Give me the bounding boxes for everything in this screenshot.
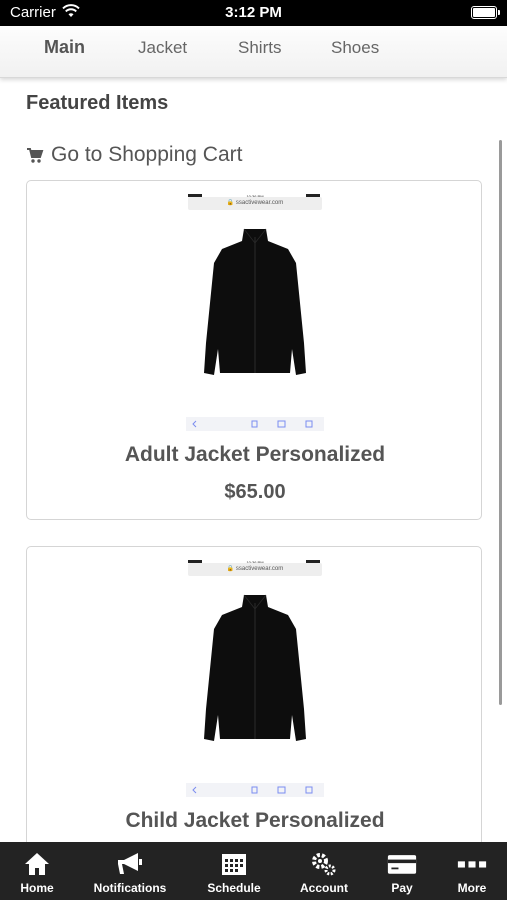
mini-status-bar: 10:36 PM	[186, 553, 324, 565]
product-price: $65.00	[224, 481, 286, 503]
home-icon	[22, 850, 52, 878]
mini-url-bar: 🔒 ssactivewear.com	[188, 563, 322, 576]
mini-lock-icon: 🔒	[226, 566, 235, 572]
mini-url-bar: 🔒 ssactivewear.com	[188, 197, 322, 210]
credit-card-icon	[387, 850, 417, 878]
featured-title: Featured Items	[26, 92, 169, 114]
shopping-cart-icon	[26, 146, 44, 164]
product-image: 10:36 PM 🔒 ssactivewear.com	[186, 187, 324, 431]
tabbar-home[interactable]: Home	[12, 842, 62, 900]
tab-jacket[interactable]: Jacket	[138, 38, 187, 58]
mini-url: ssactivewear.com	[235, 200, 284, 206]
mini-toolbar	[186, 783, 324, 797]
battery-icon	[471, 6, 500, 19]
tabbar-label: Account	[300, 881, 348, 895]
mini-lock-icon: 🔒	[226, 200, 235, 206]
megaphone-icon	[115, 850, 145, 878]
scrollbar[interactable]	[499, 140, 502, 705]
category-tabs: Main Jacket Shirts Shoes	[0, 26, 507, 78]
mini-url: ssactivewear.com	[235, 566, 284, 572]
tab-shoes[interactable]: Shoes	[331, 38, 379, 58]
tab-main[interactable]: Main	[44, 37, 85, 58]
tabbar-label: Notifications	[93, 881, 167, 895]
jacket-image	[204, 228, 306, 375]
product-card[interactable]: 10:36 PM 🔒 ssactivewear.com	[26, 180, 482, 520]
mini-status-bar: 10:36 PM	[186, 187, 324, 199]
tabbar-label: Schedule	[207, 881, 261, 895]
tabbar-pay[interactable]: Pay	[382, 842, 422, 900]
jacket-image	[204, 594, 306, 741]
product-image: 10:36 PM 🔒 ssactivewear.com	[186, 553, 324, 797]
go-to-cart-link[interactable]: Go to Shopping Cart	[26, 143, 242, 167]
tabbar-account[interactable]: Account	[294, 842, 354, 900]
calendar-icon	[219, 850, 249, 878]
tabbar-notifications[interactable]: Notifications	[88, 842, 172, 900]
tabbar-label: More	[457, 881, 487, 895]
tab-shirts[interactable]: Shirts	[238, 38, 281, 58]
tabbar-label: Pay	[391, 881, 413, 895]
tabbar-schedule[interactable]: Schedule	[200, 842, 268, 900]
more-dots-icon	[457, 850, 487, 878]
bottom-tab-bar: Home Notifications Schedule Account Pay …	[0, 842, 507, 900]
product-name: Adult Jacket Personalized	[124, 443, 386, 466]
status-bar: Carrier 3:12 PM	[0, 0, 507, 26]
go-to-cart-label: Go to Shopping Cart	[51, 143, 243, 166]
gears-icon	[309, 850, 339, 878]
main-content: Featured Items Go to Shopping Cart 10:36…	[0, 78, 507, 842]
product-card[interactable]: 10:36 PM 🔒 ssactivewear.com	[26, 546, 482, 842]
clock: 3:12 PM	[225, 4, 282, 21]
tabbar-label: Home	[20, 881, 54, 895]
mini-toolbar	[186, 417, 324, 431]
product-name: Child Jacket Personalized	[125, 809, 385, 832]
tabbar-more[interactable]: More	[452, 842, 492, 900]
